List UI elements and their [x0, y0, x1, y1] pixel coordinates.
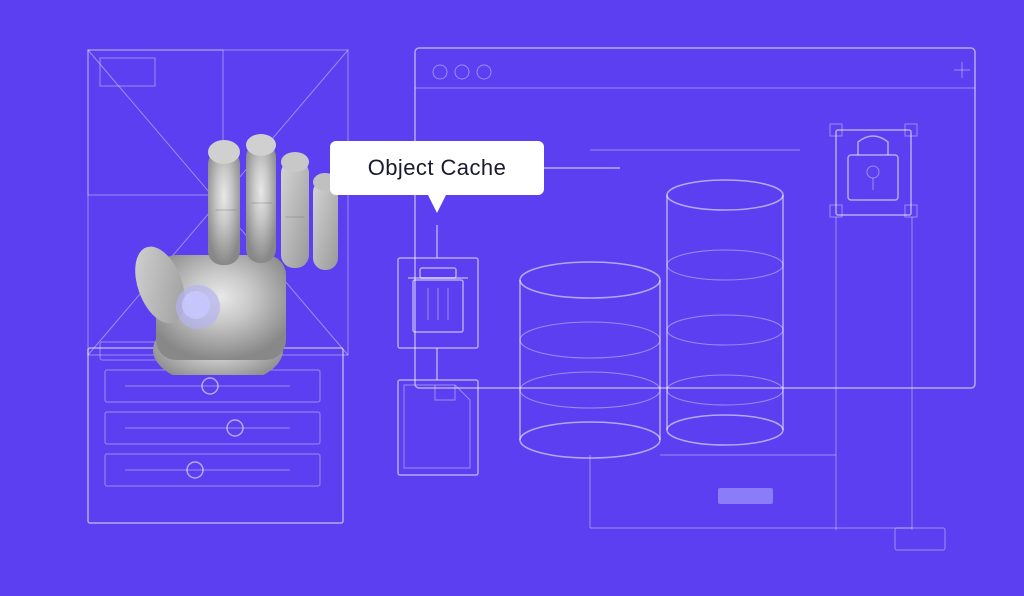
hand-illustration — [88, 55, 353, 375]
hero-canvas: .stroke { stroke: rgba(255,255,255,0.55)… — [0, 0, 1024, 596]
object-cache-label: Object Cache — [330, 141, 544, 195]
